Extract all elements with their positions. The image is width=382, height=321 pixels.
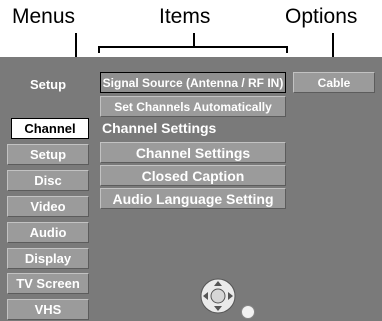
- menu-item-video[interactable]: Video: [7, 196, 89, 217]
- option-value-label: Cable: [317, 75, 351, 90]
- menu-item-vhs[interactable]: VHS: [7, 299, 89, 320]
- item-audio-language-setting[interactable]: Audio Language Setting: [100, 188, 286, 209]
- item-audio-language-label: Audio Language Setting: [112, 190, 274, 207]
- indicator-dot-icon: [241, 305, 255, 319]
- menu-item-channel[interactable]: Channel: [11, 118, 89, 139]
- callout-menus: Menus: [12, 5, 76, 28]
- callout-items-bracket-left: [98, 46, 100, 53]
- callout-items-bracket: [98, 46, 288, 48]
- callout-items: Items: [159, 5, 211, 28]
- option-signal-source-value[interactable]: Cable: [293, 72, 375, 93]
- menu-item-tv-screen[interactable]: TV Screen: [7, 273, 89, 294]
- item-channel-settings-label: Channel Settings: [135, 144, 251, 161]
- menu-item-label: TV Screen: [16, 276, 80, 291]
- directional-pad-icon: [200, 278, 236, 314]
- menu-item-label: Disc: [34, 173, 62, 188]
- menu-item-setup[interactable]: Setup: [7, 144, 89, 165]
- item-closed-caption-label: Closed Caption: [141, 167, 245, 184]
- menu-item-disc[interactable]: Disc: [7, 170, 89, 191]
- item-set-channels-label: Set Channels Automatically: [114, 99, 272, 114]
- setup-screen: Setup Channel Setup Disc Video Audio Dis…: [0, 57, 382, 321]
- callout-items-line: [193, 33, 195, 47]
- menu-item-label: VHS: [34, 302, 62, 317]
- item-set-channels-automatically[interactable]: Set Channels Automatically: [100, 96, 286, 117]
- section-channel-settings: Channel Settings: [102, 120, 217, 136]
- menu-item-label: Setup: [29, 147, 67, 162]
- menu-item-display[interactable]: Display: [7, 248, 89, 269]
- item-closed-caption[interactable]: Closed Caption: [100, 165, 286, 186]
- menu-item-label: Audio: [29, 225, 67, 240]
- menu-item-label: Video: [30, 199, 66, 214]
- item-signal-source-label: Signal Source (Antenna / RF IN): [102, 75, 284, 90]
- menu-header: Setup: [29, 77, 67, 92]
- callout-items-bracket-right: [286, 46, 288, 53]
- callout-options: Options: [285, 5, 358, 28]
- menu-item-audio[interactable]: Audio: [7, 222, 89, 243]
- item-signal-source[interactable]: Signal Source (Antenna / RF IN): [100, 72, 286, 93]
- item-channel-settings[interactable]: Channel Settings: [100, 142, 286, 163]
- menu-item-label: Channel: [24, 121, 76, 136]
- menu-item-label: Display: [24, 251, 72, 266]
